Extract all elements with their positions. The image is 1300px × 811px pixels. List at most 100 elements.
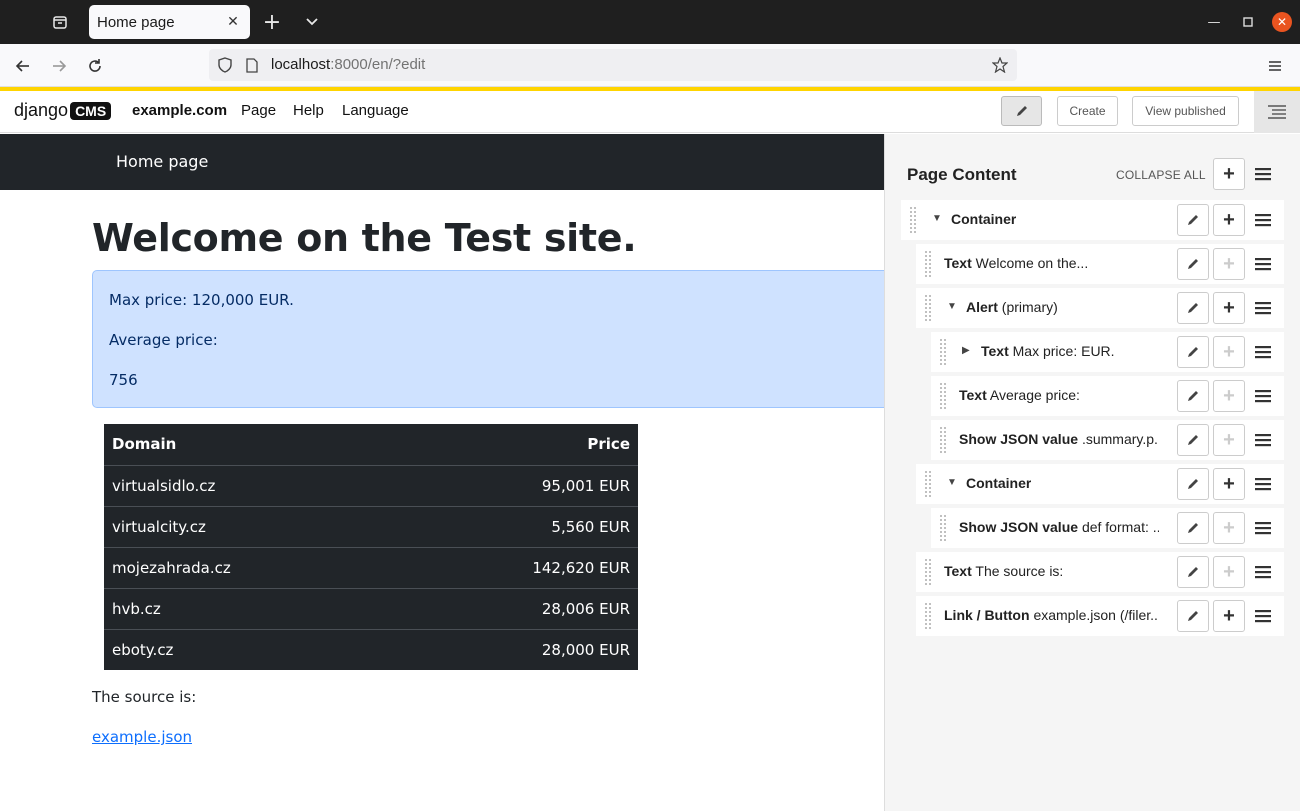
plugin-row[interactable]: ▼ Container + [901,200,1284,240]
drag-handle-icon[interactable] [924,602,932,630]
tab-overview-icon[interactable] [46,0,74,44]
collapse-triangle-icon[interactable]: ▼ [947,477,957,488]
tab-list-chevron-icon[interactable] [298,0,326,44]
pencil-icon [1188,259,1198,269]
page-icon[interactable] [242,55,262,75]
browser-tab[interactable]: Home page ✕ [89,5,250,39]
maximize-icon[interactable] [1238,12,1258,32]
edit-plugin-button[interactable] [1177,556,1209,588]
drag-handle-icon[interactable] [909,206,917,234]
structure-toggle-button[interactable] [1254,91,1300,133]
price-cell: 5,560 EUR [393,506,638,548]
edit-plugin-button[interactable] [1177,248,1209,280]
plugin-label: Show JSON value .summary.p... [959,431,1159,447]
drag-handle-icon[interactable] [924,558,932,586]
edit-plugin-button[interactable] [1177,468,1209,500]
url-host: localhost [271,56,331,73]
url-bar[interactable]: localhost:8000/en/?edit [209,49,1017,81]
shield-icon[interactable] [215,55,235,75]
plugin-menu-button[interactable] [1247,424,1279,456]
plugin-label: Container [966,475,1031,491]
add-child-plugin-button[interactable]: + [1213,380,1245,412]
drag-handle-icon[interactable] [939,338,947,366]
add-child-plugin-button[interactable]: + [1213,248,1245,280]
plugin-row[interactable]: ▶ Text Max price: EUR. + [931,332,1284,372]
menu-page[interactable]: Page [241,102,276,119]
plugin-menu-button[interactable] [1247,380,1279,412]
menu-language[interactable]: Language [342,102,409,119]
plugin-row[interactable]: ▼ Container + [916,464,1284,504]
plugin-description: def format: ... [1081,519,1159,535]
site-nav-brand[interactable]: Home page [116,152,208,171]
add-child-plugin-button[interactable]: + [1213,512,1245,544]
edit-mode-button[interactable] [1001,96,1042,126]
create-button[interactable]: Create [1057,96,1118,126]
plugin-menu-button[interactable] [1247,336,1279,368]
url-text[interactable]: localhost:8000/en/?edit [271,56,425,73]
view-published-button[interactable]: View published [1132,96,1239,126]
collapse-triangle-icon[interactable]: ▼ [932,213,942,224]
edit-plugin-button[interactable] [1177,380,1209,412]
window-close-icon[interactable]: ✕ [1272,12,1292,32]
new-tab-icon[interactable]: + [258,0,286,44]
plugin-menu-button[interactable] [1247,248,1279,280]
add-child-plugin-button[interactable]: + [1213,336,1245,368]
plugin-menu-button[interactable] [1247,468,1279,500]
edit-plugin-button[interactable] [1177,204,1209,236]
edit-plugin-button[interactable] [1177,336,1209,368]
plus-icon: + [1223,560,1235,583]
drag-handle-icon[interactable] [924,250,932,278]
add-plugin-button[interactable]: + [1213,158,1245,190]
plugin-menu-button[interactable] [1247,292,1279,324]
plugin-menu-button[interactable] [1247,556,1279,588]
example-json-link[interactable]: example.json [92,728,192,746]
reload-icon[interactable] [81,52,109,80]
hamburger-icon [1255,434,1271,447]
edit-plugin-button[interactable] [1177,292,1209,324]
drag-handle-icon[interactable] [939,382,947,410]
hamburger-icon [1255,168,1271,181]
tab-close-icon[interactable]: ✕ [224,14,242,30]
structure-sidebar: Page Content COLLAPSE ALL + ▼ Container +… [884,134,1300,811]
drag-handle-icon[interactable] [924,470,932,498]
django-cms-logo[interactable]: django CMS [14,100,112,121]
hamburger-icon [1255,302,1271,315]
plugin-row[interactable]: ▼ Alert (primary) + [916,288,1284,328]
add-child-plugin-button[interactable]: + [1213,292,1245,324]
app-menu-icon[interactable] [1261,52,1289,80]
plugin-menu-button[interactable] [1247,204,1279,236]
add-child-plugin-button[interactable]: + [1213,468,1245,500]
sidebar-menu-button[interactable] [1247,158,1279,190]
add-child-plugin-button[interactable]: + [1213,600,1245,632]
add-child-plugin-button[interactable]: + [1213,204,1245,236]
add-child-plugin-button[interactable]: + [1213,556,1245,588]
plugin-row[interactable]: Text The source is: + [916,552,1284,592]
forward-icon[interactable] [45,52,73,80]
edit-plugin-button[interactable] [1177,424,1209,456]
table-row: eboty.cz 28,000 EUR [104,629,638,670]
table-row: mojezahrada.cz 142,620 EUR [104,547,638,589]
primary-alert: Max price: 120,000 EUR. Average price: 7… [92,270,892,408]
minimize-icon[interactable]: — [1204,12,1224,32]
plugin-menu-button[interactable] [1247,600,1279,632]
plugin-row[interactable]: Show JSON value .summary.p... + [931,420,1284,460]
menu-help[interactable]: Help [293,102,324,119]
collapse-triangle-icon[interactable]: ▼ [947,301,957,312]
plugin-row[interactable]: Link / Button example.json (/filer... + [916,596,1284,636]
back-icon[interactable] [9,52,37,80]
bookmark-star-icon[interactable] [990,55,1010,75]
drag-handle-icon[interactable] [939,514,947,542]
edit-plugin-button[interactable] [1177,600,1209,632]
edit-plugin-button[interactable] [1177,512,1209,544]
plugin-row[interactable]: Text Welcome on the... + [916,244,1284,284]
plugin-name: Show JSON value [959,431,1079,447]
menu-site[interactable]: example.com [132,102,227,119]
collapse-all-link[interactable]: COLLAPSE ALL [1116,168,1206,182]
add-child-plugin-button[interactable]: + [1213,424,1245,456]
plugin-row[interactable]: Text Average price: + [931,376,1284,416]
expand-triangle-icon[interactable]: ▶ [962,345,970,356]
drag-handle-icon[interactable] [924,294,932,322]
drag-handle-icon[interactable] [939,426,947,454]
plugin-menu-button[interactable] [1247,512,1279,544]
plugin-row[interactable]: Show JSON value def format: ... + [931,508,1284,548]
